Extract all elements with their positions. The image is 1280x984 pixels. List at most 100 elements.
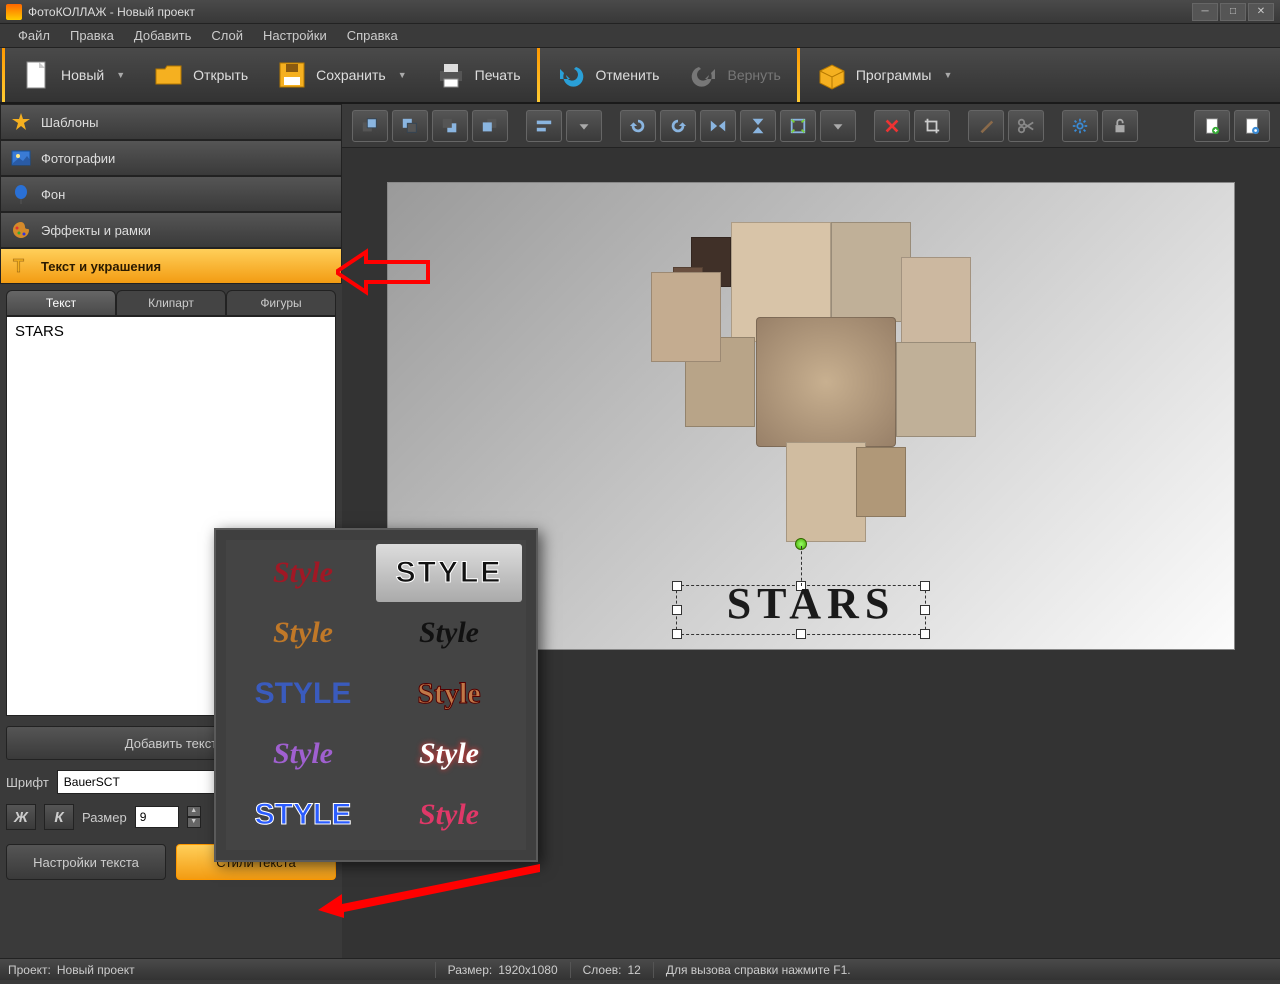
scissors-button[interactable] — [1008, 110, 1044, 142]
palette-icon — [11, 220, 31, 240]
photo[interactable] — [756, 317, 896, 447]
menu-settings[interactable]: Настройки — [253, 25, 337, 46]
delete-button[interactable] — [874, 110, 910, 142]
italic-button[interactable]: К — [44, 804, 74, 830]
menu-layer[interactable]: Слой — [201, 25, 253, 46]
text-settings-button[interactable]: Настройки текста — [6, 844, 166, 880]
close-button[interactable]: ✕ — [1248, 3, 1274, 21]
text-icon: T — [11, 256, 31, 276]
photo-icon — [11, 148, 31, 168]
size-down-button[interactable]: ▼ — [187, 817, 201, 828]
status-layers-value: 12 — [627, 963, 640, 977]
programs-button[interactable]: Программы ▼ — [802, 48, 967, 102]
photo[interactable] — [831, 222, 911, 322]
lock-button[interactable] — [1102, 110, 1138, 142]
undo-button[interactable]: Отменить — [542, 48, 674, 102]
sidebar-item-background[interactable]: Фон — [0, 176, 342, 212]
star-icon — [11, 112, 31, 132]
stars-text-layer[interactable]: STARS — [727, 578, 896, 629]
brush-button[interactable] — [968, 110, 1004, 142]
size-up-button[interactable]: ▲ — [187, 806, 201, 817]
open-button[interactable]: Открыть — [139, 48, 262, 102]
status-project-label: Проект: — [8, 963, 51, 977]
dropdown-icon: ▼ — [398, 70, 407, 80]
menu-file[interactable]: Файл — [8, 25, 60, 46]
box-icon — [816, 59, 848, 91]
rotate-right-button[interactable] — [660, 110, 696, 142]
menu-bar: Файл Правка Добавить Слой Настройки Спра… — [0, 24, 1280, 48]
window-title: ФотоКОЛЛАЖ - Новый проект — [28, 5, 195, 19]
photo[interactable] — [786, 442, 866, 542]
sidebar-item-templates[interactable]: Шаблоны — [0, 104, 342, 140]
photo[interactable] — [856, 447, 906, 517]
style-item[interactable]: STYLE — [376, 544, 522, 602]
status-layers-label: Слоев: — [583, 963, 622, 977]
minimize-button[interactable]: ─ — [1192, 3, 1218, 21]
status-size-label: Размер: — [448, 963, 493, 977]
status-size-value: 1920x1080 — [498, 963, 557, 977]
photo[interactable] — [651, 272, 721, 362]
new-file-icon — [21, 59, 53, 91]
style-item[interactable]: Style — [230, 544, 376, 602]
settings-button[interactable] — [1062, 110, 1098, 142]
menu-edit[interactable]: Правка — [60, 25, 124, 46]
style-item[interactable]: Style — [376, 665, 522, 723]
font-label: Шрифт — [6, 775, 49, 790]
status-help-hint: Для вызова справки нажмите F1. — [666, 963, 851, 977]
main-toolbar: Новый ▼ Открыть Сохранить ▼ Печать Отмен… — [0, 48, 1280, 104]
style-item[interactable]: Style — [230, 725, 376, 783]
rotate-left-button[interactable] — [620, 110, 656, 142]
bring-front-button[interactable] — [352, 110, 388, 142]
bring-forward-button[interactable] — [392, 110, 428, 142]
add-page-button[interactable] — [1194, 110, 1230, 142]
collage — [631, 227, 991, 567]
status-project-name: Новый проект — [57, 963, 135, 977]
printer-icon — [435, 59, 467, 91]
align-dropdown[interactable] — [566, 110, 602, 142]
app-icon — [6, 4, 22, 20]
style-item[interactable]: STYLE — [230, 665, 376, 723]
tab-text[interactable]: Текст — [6, 290, 116, 316]
dropdown-icon: ▼ — [116, 70, 125, 80]
align-button[interactable] — [526, 110, 562, 142]
flip-v-button[interactable] — [740, 110, 776, 142]
style-item[interactable]: Style — [376, 604, 522, 662]
photo[interactable] — [896, 342, 976, 437]
sidebar-item-effects[interactable]: Эффекты и рамки — [0, 212, 342, 248]
save-button[interactable]: Сохранить ▼ — [262, 48, 421, 102]
crop-button[interactable] — [914, 110, 950, 142]
fit-dropdown[interactable] — [820, 110, 856, 142]
style-grid[interactable]: StyleSTYLEStyleStyleSTYLEStyleStyleStyle… — [226, 540, 526, 850]
title-bar: ФотоКОЛЛАЖ - Новый проект ─ □ ✕ — [0, 0, 1280, 24]
photo[interactable] — [901, 257, 971, 347]
menu-add[interactable]: Добавить — [124, 25, 201, 46]
sidebar-item-text-deco[interactable]: T Текст и украшения — [0, 248, 342, 284]
maximize-button[interactable]: □ — [1220, 3, 1246, 21]
style-item[interactable]: Style — [376, 725, 522, 783]
tab-clipart[interactable]: Клипарт — [116, 290, 226, 316]
size-field[interactable] — [135, 806, 179, 828]
status-bar: Проект: Новый проект Размер: 1920x1080 С… — [0, 958, 1280, 980]
fit-button[interactable] — [780, 110, 816, 142]
new-button[interactable]: Новый ▼ — [7, 48, 139, 102]
style-item[interactable]: Style — [376, 786, 522, 844]
redo-button[interactable]: Вернуть — [673, 48, 794, 102]
dropdown-icon: ▼ — [943, 70, 952, 80]
sidebar-item-photos[interactable]: Фотографии — [0, 140, 342, 176]
annotation-arrow-2 — [318, 858, 546, 918]
send-back-button[interactable] — [472, 110, 508, 142]
redo-icon — [687, 59, 719, 91]
style-item[interactable]: Style — [230, 604, 376, 662]
tab-shapes[interactable]: Фигуры — [226, 290, 336, 316]
text-styles-popup: StyleSTYLEStyleStyleSTYLEStyleStyleStyle… — [214, 528, 538, 862]
size-label: Размер — [82, 810, 127, 825]
flip-h-button[interactable] — [700, 110, 736, 142]
send-backward-button[interactable] — [432, 110, 468, 142]
style-item[interactable]: STYLE — [230, 786, 376, 844]
balloon-icon — [11, 184, 31, 204]
undo-icon — [556, 59, 588, 91]
print-button[interactable]: Печать — [421, 48, 535, 102]
menu-help[interactable]: Справка — [337, 25, 408, 46]
page-settings-button[interactable] — [1234, 110, 1270, 142]
bold-button[interactable]: Ж — [6, 804, 36, 830]
